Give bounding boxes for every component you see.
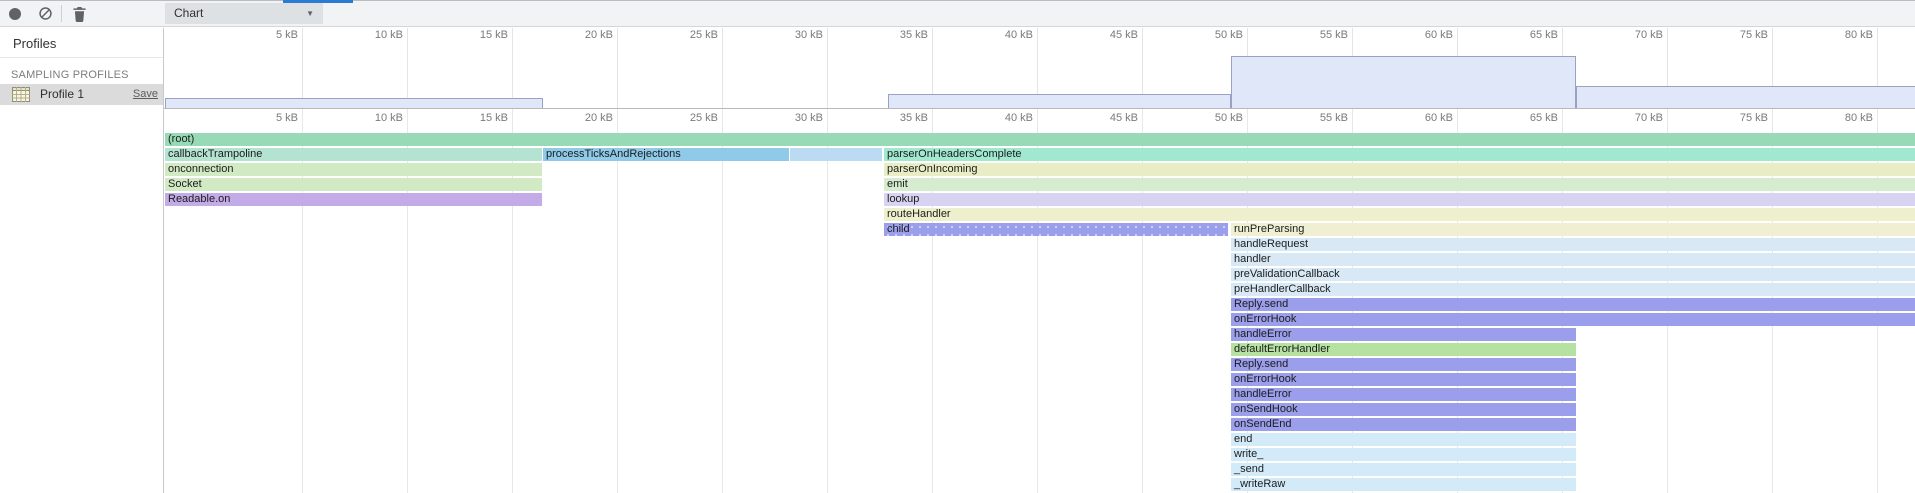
ruler-tick-label: 70 kB bbox=[1603, 29, 1663, 41]
ruler-tick-label: 80 kB bbox=[1813, 29, 1873, 41]
gridline bbox=[512, 28, 513, 108]
record-icon[interactable] bbox=[9, 8, 21, 20]
ruler-tick-label: 5 kB bbox=[238, 112, 298, 124]
ruler-tick-label: 25 kB bbox=[658, 29, 718, 41]
ruler-tick-label: 25 kB bbox=[658, 112, 718, 124]
ruler-tick-label: 10 kB bbox=[343, 112, 403, 124]
flame-bar-handleerror[interactable]: handleError bbox=[1231, 328, 1576, 341]
flame-bar-reply-send[interactable]: Reply.send bbox=[1231, 358, 1576, 371]
toolbar-separator bbox=[61, 5, 62, 22]
flame-bar-prehandlercallback[interactable]: preHandlerCallback bbox=[1231, 283, 1915, 296]
flame-bar-processticksandrejections[interactable]: processTicksAndRejections bbox=[543, 148, 789, 161]
trash-icon[interactable] bbox=[73, 7, 88, 22]
ruler-tick-label: 30 kB bbox=[763, 29, 823, 41]
sidebar-divider bbox=[0, 57, 163, 58]
ruler-tick-label: 40 kB bbox=[973, 112, 1033, 124]
ruler-tick-label: 75 kB bbox=[1708, 29, 1768, 41]
flame-bar-prevalidationcallback[interactable]: preValidationCallback bbox=[1231, 268, 1915, 281]
sampling-profiles-section-header: SAMPLING PROFILES bbox=[11, 69, 129, 81]
flame-bar-onconnection[interactable]: onconnection bbox=[165, 163, 542, 176]
ruler-tick-label: 5 kB bbox=[238, 29, 298, 41]
flame-bar-child[interactable]: child bbox=[884, 223, 1228, 236]
overview-usage-segment bbox=[888, 94, 1231, 108]
memory-profiler-panel: Chart ▼ Profiles SAMPLING PROFILES Profi… bbox=[0, 0, 1915, 493]
gridline bbox=[407, 28, 408, 108]
chart-view-select[interactable]: Chart ▼ bbox=[165, 3, 323, 24]
flame-chart-pane: 5 kB 10 kB 15 kB 20 kB 25 kB 30 kB 35 kB 40 kB 4… bbox=[164, 109, 1915, 493]
flame-bar-emit[interactable]: emit bbox=[884, 178, 1915, 191]
flame-bar-unlabeled[interactable] bbox=[790, 148, 882, 161]
flame-bar-runpreparsing[interactable]: runPreParsing bbox=[1231, 223, 1915, 236]
ruler-tick-label: 15 kB bbox=[448, 29, 508, 41]
flame-bar-readable-on[interactable]: Readable.on bbox=[165, 193, 542, 206]
chevron-down-icon: ▼ bbox=[306, 3, 314, 24]
gridline bbox=[302, 28, 303, 108]
ruler-tick-label: 20 kB bbox=[553, 29, 613, 41]
save-link[interactable]: Save bbox=[133, 88, 158, 100]
flame-bar-lookup[interactable]: lookup bbox=[884, 193, 1915, 206]
toolbar: Chart ▼ bbox=[0, 0, 1915, 27]
flame-bar-writeraw[interactable]: _writeRaw bbox=[1231, 478, 1576, 491]
overview-usage-segment bbox=[1576, 86, 1915, 108]
ruler-tick-label: 45 kB bbox=[1078, 29, 1138, 41]
flame-bar-root[interactable]: (root) bbox=[165, 133, 1915, 146]
ruler-tick-label: 60 kB bbox=[1393, 112, 1453, 124]
flame-bar-handleerror[interactable]: handleError bbox=[1231, 388, 1576, 401]
flame-bar-routehandler[interactable]: routeHandler bbox=[884, 208, 1915, 221]
profiles-sidebar: Profiles SAMPLING PROFILES Profile 1 Sav… bbox=[0, 28, 164, 493]
ruler-tick-label: 50 kB bbox=[1183, 112, 1243, 124]
flame-bar-write[interactable]: write_ bbox=[1231, 448, 1576, 461]
flame-bar-send[interactable]: _send bbox=[1231, 463, 1576, 476]
gridline bbox=[827, 28, 828, 108]
profile-table-icon bbox=[12, 87, 30, 102]
ruler-tick-label: 45 kB bbox=[1078, 112, 1138, 124]
overview-usage-segment bbox=[165, 98, 543, 108]
flame-bar-callbacktrampoline[interactable]: callbackTrampoline bbox=[165, 148, 542, 161]
ruler-tick-label: 40 kB bbox=[973, 29, 1033, 41]
sidebar-item-profile-1[interactable]: Profile 1 Save bbox=[0, 84, 163, 105]
ruler-tick-label: 70 kB bbox=[1603, 112, 1663, 124]
flame-bar-end[interactable]: end bbox=[1231, 433, 1576, 446]
gridline bbox=[827, 109, 828, 493]
ruler-tick-label: 80 kB bbox=[1813, 112, 1873, 124]
gridline bbox=[617, 109, 618, 493]
memory-overview-pane[interactable]: 5 kB 10 kB 15 kB 20 kB 25 kB 30 kB 35 kB 40 kB 4… bbox=[164, 28, 1915, 109]
profile-name: Profile 1 bbox=[40, 87, 84, 102]
overview-usage-segment bbox=[1231, 56, 1576, 108]
ruler-tick-label: 20 kB bbox=[553, 112, 613, 124]
ruler-tick-label: 35 kB bbox=[868, 112, 928, 124]
gridline bbox=[722, 109, 723, 493]
ruler-tick-label: 15 kB bbox=[448, 112, 508, 124]
gridline bbox=[722, 28, 723, 108]
flame-bar-onsendend[interactable]: onSendEnd bbox=[1231, 418, 1576, 431]
flame-bar-onerrorhook[interactable]: onErrorHook bbox=[1231, 313, 1915, 326]
ruler-tick-label: 35 kB bbox=[868, 29, 928, 41]
ruler-tick-label: 50 kB bbox=[1183, 29, 1243, 41]
ruler-tick-label: 10 kB bbox=[343, 29, 403, 41]
flame-bar-parseronheaderscomplete[interactable]: parserOnHeadersComplete bbox=[884, 148, 1915, 161]
ruler-tick-label: 75 kB bbox=[1708, 112, 1768, 124]
ruler-tick-label: 60 kB bbox=[1393, 29, 1453, 41]
gridline bbox=[617, 28, 618, 108]
flame-bar-defaulterrorhandler[interactable]: defaultErrorHandler bbox=[1231, 343, 1576, 356]
ruler-tick-label: 65 kB bbox=[1498, 29, 1558, 41]
flame-bar-handler[interactable]: handler bbox=[1231, 253, 1915, 266]
clear-all-icon[interactable] bbox=[38, 6, 53, 21]
ruler-tick-label: 55 kB bbox=[1288, 112, 1348, 124]
flame-bar-onerrorhook[interactable]: onErrorHook bbox=[1231, 373, 1576, 386]
flame-bar-parseronincoming[interactable]: parserOnIncoming bbox=[884, 163, 1915, 176]
sidebar-heading: Profiles bbox=[13, 36, 56, 51]
ruler-tick-label: 30 kB bbox=[763, 112, 823, 124]
flame-bar-socket[interactable]: Socket bbox=[165, 178, 542, 191]
flame-bar-onsendhook[interactable]: onSendHook bbox=[1231, 403, 1576, 416]
chart-view-select-value: Chart bbox=[174, 6, 203, 20]
flame-chart-main: 5 kB 10 kB 15 kB 20 kB 25 kB 30 kB 35 kB 40 kB 4… bbox=[164, 28, 1915, 493]
flame-bar-reply-send[interactable]: Reply.send bbox=[1231, 298, 1915, 311]
ruler-tick-label: 55 kB bbox=[1288, 29, 1348, 41]
flame-bar-handlerequest[interactable]: handleRequest bbox=[1231, 238, 1915, 251]
ruler-tick-label: 65 kB bbox=[1498, 112, 1558, 124]
